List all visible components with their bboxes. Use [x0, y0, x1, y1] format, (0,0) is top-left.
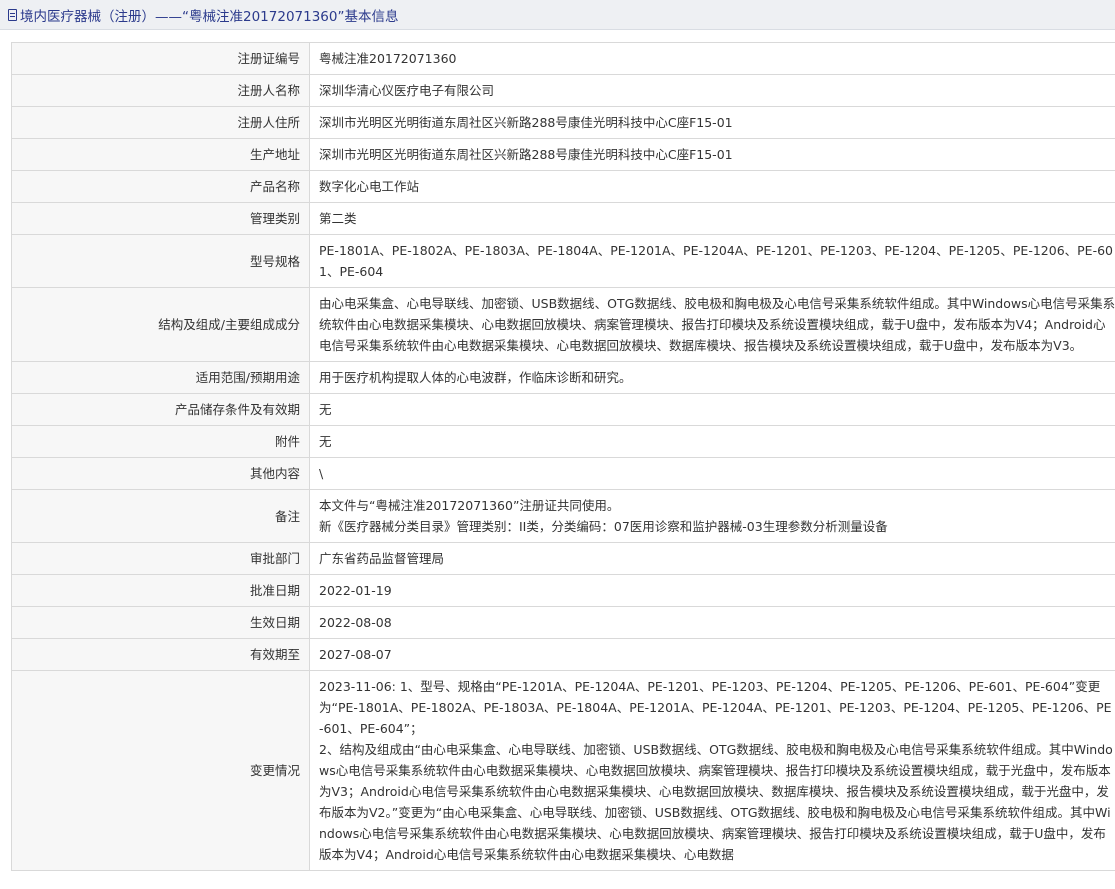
row-label: 生产地址: [11, 138, 310, 171]
table-row: 备注 本文件与“粤械注准20172071360”注册证共同使用。 新《医疗器械分…: [11, 489, 1115, 543]
row-label: 其他内容: [11, 457, 310, 490]
row-label: 管理类别: [11, 202, 310, 235]
row-value: 深圳华清心仪医疗电子有限公司: [309, 74, 1115, 107]
row-label: 备注: [11, 489, 310, 543]
table-row: 产品储存条件及有效期 无: [11, 393, 1115, 426]
document-icon: [8, 8, 17, 21]
row-label: 产品名称: [11, 170, 310, 203]
row-label: 结构及组成/主要组成成分: [11, 287, 310, 362]
table-row: 其他内容 \: [11, 457, 1115, 490]
table-row: 生产地址 深圳市光明区光明街道东周社区兴新路288号康佳光明科技中心C座F15-…: [11, 138, 1115, 171]
row-value: 2023-11-06: 1、型号、规格由“PE-1201A、PE-1204A、P…: [309, 670, 1115, 871]
row-label: 型号规格: [11, 234, 310, 288]
row-label: 注册人住所: [11, 106, 310, 139]
row-label: 审批部门: [11, 542, 310, 575]
row-value: 2027-08-07: [309, 638, 1115, 671]
row-label: 注册证编号: [11, 42, 310, 75]
table-row: 注册证编号 粤械注准20172071360: [11, 42, 1115, 75]
table-row: 产品名称 数字化心电工作站: [11, 170, 1115, 203]
change-line: 2、结构及组成由“由心电采集盒、心电导联线、加密锁、USB数据线、OTG数据线、…: [319, 742, 1113, 862]
table-row: 管理类别 第二类: [11, 202, 1115, 235]
row-value: \: [309, 457, 1115, 490]
info-table: 注册证编号 粤械注准20172071360 注册人名称 深圳华清心仪医疗电子有限…: [11, 42, 1115, 871]
table-row: 注册人住所 深圳市光明区光明街道东周社区兴新路288号康佳光明科技中心C座F15…: [11, 106, 1115, 139]
remark-line: 本文件与“粤械注准20172071360”注册证共同使用。: [319, 498, 620, 513]
change-line: 2023-11-06: 1、型号、规格由“PE-1201A、PE-1204A、P…: [319, 679, 1112, 736]
table-row: 审批部门 广东省药品监督管理局: [11, 542, 1115, 575]
row-value: 2022-08-08: [309, 606, 1115, 639]
row-value: 2022-01-19: [309, 574, 1115, 607]
table-row: 适用范围/预期用途 用于医疗机构提取人体的心电波群，作临床诊断和研究。: [11, 361, 1115, 394]
row-label: 有效期至: [11, 638, 310, 671]
row-value: 深圳市光明区光明街道东周社区兴新路288号康佳光明科技中心C座F15-01: [309, 106, 1115, 139]
row-value: 无: [309, 393, 1115, 426]
table-row: 生效日期 2022-08-08: [11, 606, 1115, 639]
row-label: 变更情况: [11, 670, 310, 871]
row-label: 批准日期: [11, 574, 310, 607]
row-value: 本文件与“粤械注准20172071360”注册证共同使用。 新《医疗器械分类目录…: [309, 489, 1115, 543]
table-row: 注册人名称 深圳华清心仪医疗电子有限公司: [11, 74, 1115, 107]
row-value: 广东省药品监督管理局: [309, 542, 1115, 575]
row-label: 生效日期: [11, 606, 310, 639]
row-value: 用于医疗机构提取人体的心电波群，作临床诊断和研究。: [309, 361, 1115, 394]
table-row: 结构及组成/主要组成成分 由心电采集盒、心电导联线、加密锁、USB数据线、OTG…: [11, 287, 1115, 362]
page-header: 境内医疗器械（注册）——“粤械注准20172071360”基本信息: [0, 0, 1115, 30]
page-title: 境内医疗器械（注册）——“粤械注准20172071360”基本信息: [20, 8, 399, 25]
table-row: 型号规格 PE-1801A、PE-1802A、PE-1803A、PE-1804A…: [11, 234, 1115, 288]
row-value: 数字化心电工作站: [309, 170, 1115, 203]
row-label: 产品储存条件及有效期: [11, 393, 310, 426]
row-value: 第二类: [309, 202, 1115, 235]
row-value: 无: [309, 425, 1115, 458]
row-value: 由心电采集盒、心电导联线、加密锁、USB数据线、OTG数据线、胶电极和胸电极及心…: [309, 287, 1115, 362]
row-label: 附件: [11, 425, 310, 458]
info-table-wrapper: 注册证编号 粤械注准20172071360 注册人名称 深圳华清心仪医疗电子有限…: [0, 30, 1115, 871]
remark-line: 新《医疗器械分类目录》管理类别：II类，分类编码：07医用诊察和监护器械-03生…: [319, 519, 888, 534]
row-label: 注册人名称: [11, 74, 310, 107]
row-value: PE-1801A、PE-1802A、PE-1803A、PE-1804A、PE-1…: [309, 234, 1115, 288]
table-row: 有效期至 2027-08-07: [11, 638, 1115, 671]
row-value: 粤械注准20172071360: [309, 42, 1115, 75]
row-value: 深圳市光明区光明街道东周社区兴新路288号康佳光明科技中心C座F15-01: [309, 138, 1115, 171]
table-row: 附件 无: [11, 425, 1115, 458]
table-row: 批准日期 2022-01-19: [11, 574, 1115, 607]
table-row: 变更情况 2023-11-06: 1、型号、规格由“PE-1201A、PE-12…: [11, 670, 1115, 871]
row-label: 适用范围/预期用途: [11, 361, 310, 394]
